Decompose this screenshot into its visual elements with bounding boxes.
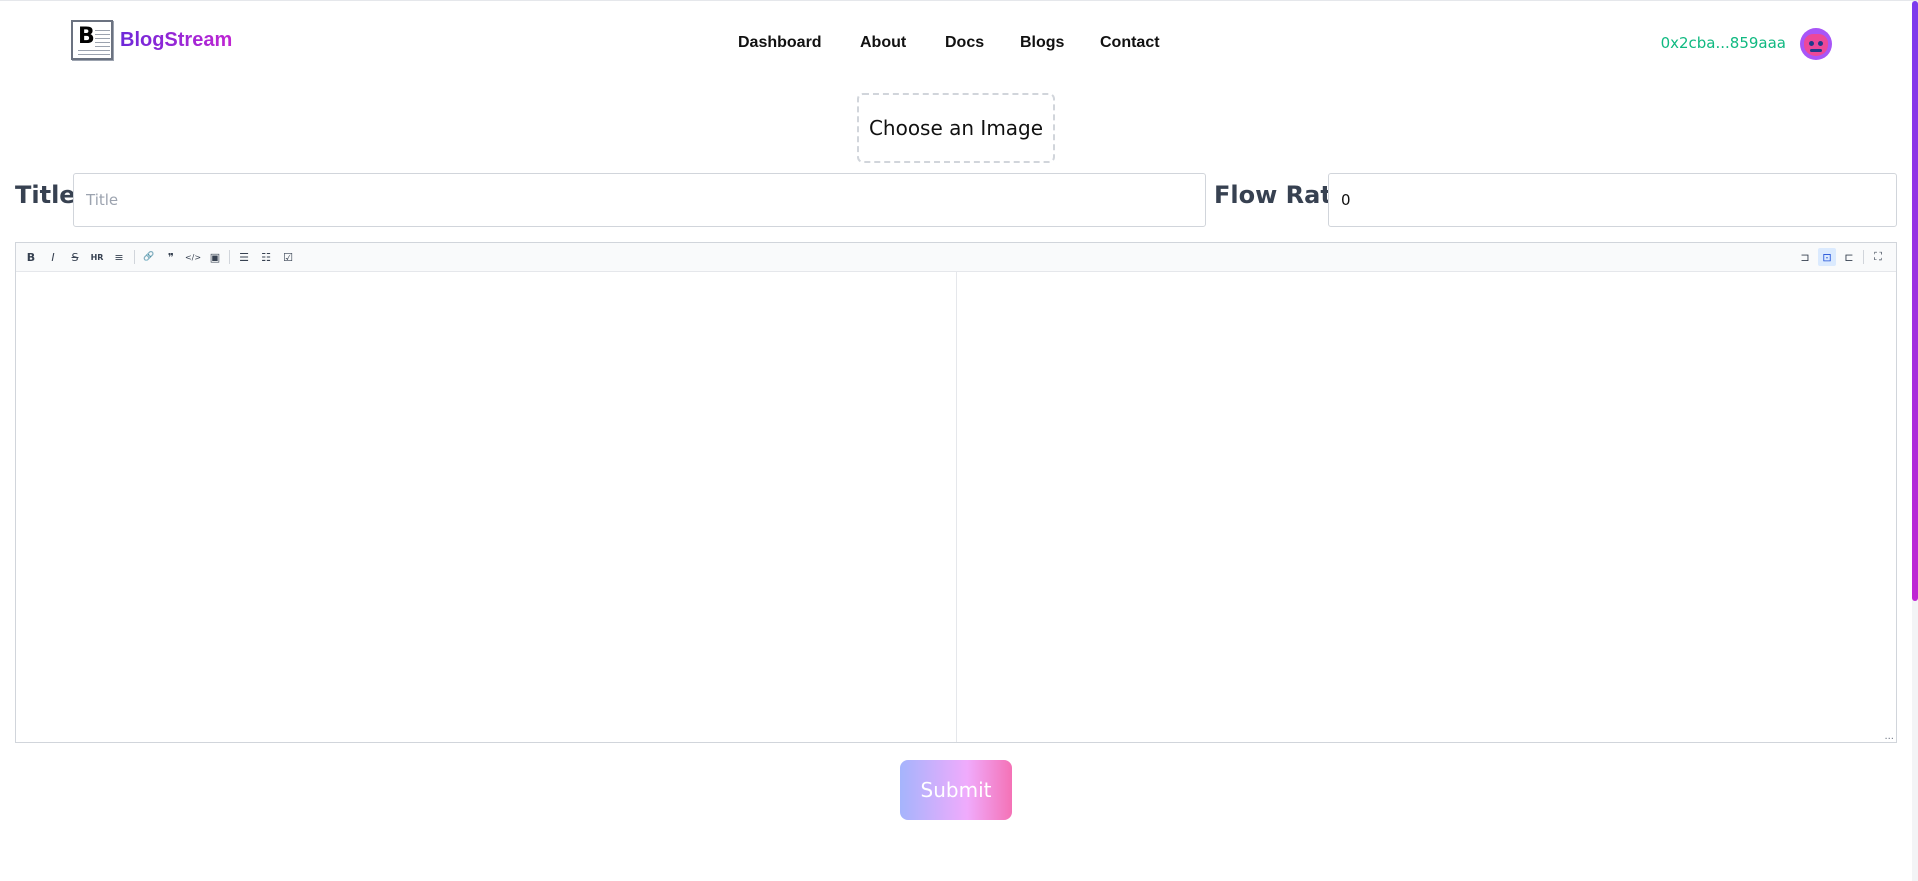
nav-blogs[interactable]: Blogs: [1020, 34, 1064, 52]
logo-icon: B: [71, 20, 113, 60]
link-icon[interactable]: 🔗: [140, 248, 158, 266]
title-label: Title: [15, 181, 76, 209]
navbar: B BlogStream Dashboard About Docs Blogs …: [0, 1, 1912, 85]
fullscreen-icon[interactable]: ⛶: [1869, 248, 1887, 266]
editor-toolbar: B I S HR ≡ 🔗 ❞ </> ▣ ☰ ☷ ☑ ⊐ ⊡ ⊏ ⛶: [16, 243, 1896, 272]
brand-name: BlogStream: [120, 28, 233, 51]
heading-size-icon[interactable]: ≡: [110, 248, 128, 266]
live-mode-icon[interactable]: ⊡: [1818, 248, 1836, 266]
wallet-address[interactable]: 0x2cba...859aaa: [1661, 34, 1786, 52]
unordered-list-icon[interactable]: ☰: [235, 248, 253, 266]
nav-dashboard[interactable]: Dashboard: [738, 34, 822, 52]
italic-icon[interactable]: I: [44, 248, 62, 266]
heading-icon[interactable]: HR: [88, 248, 106, 266]
bold-icon[interactable]: B: [22, 248, 40, 266]
editor-input-pane[interactable]: [16, 271, 957, 742]
page-scrollbar[interactable]: [1912, 1, 1918, 881]
submit-button[interactable]: Submit: [900, 760, 1012, 820]
nav-docs[interactable]: Docs: [945, 34, 984, 52]
resize-handle[interactable]: ...: [1884, 731, 1894, 742]
strikethrough-icon[interactable]: S: [66, 248, 84, 266]
editor-preview-pane: [957, 271, 1896, 742]
nav-contact[interactable]: Contact: [1100, 34, 1160, 52]
markdown-editor: B I S HR ≡ 🔗 ❞ </> ▣ ☰ ☷ ☑ ⊐ ⊡ ⊏ ⛶ ...: [15, 242, 1897, 743]
quote-icon[interactable]: ❞: [162, 248, 180, 266]
title-input[interactable]: [73, 173, 1206, 227]
logo-letter: B: [78, 24, 95, 49]
code-icon[interactable]: </>: [184, 248, 202, 266]
flow-rate-input[interactable]: [1328, 173, 1897, 227]
checklist-icon[interactable]: ☑: [279, 248, 297, 266]
pixel-avatar-icon[interactable]: [1800, 28, 1832, 60]
brand-logo[interactable]: B BlogStream: [71, 20, 232, 60]
scrollbar-thumb[interactable]: [1912, 1, 1918, 601]
choose-image-button[interactable]: Choose an Image: [857, 93, 1055, 163]
ordered-list-icon[interactable]: ☷: [257, 248, 275, 266]
edit-mode-icon[interactable]: ⊐: [1796, 248, 1814, 266]
image-icon[interactable]: ▣: [206, 248, 224, 266]
preview-mode-icon[interactable]: ⊏: [1840, 248, 1858, 266]
nav-about[interactable]: About: [860, 34, 906, 52]
